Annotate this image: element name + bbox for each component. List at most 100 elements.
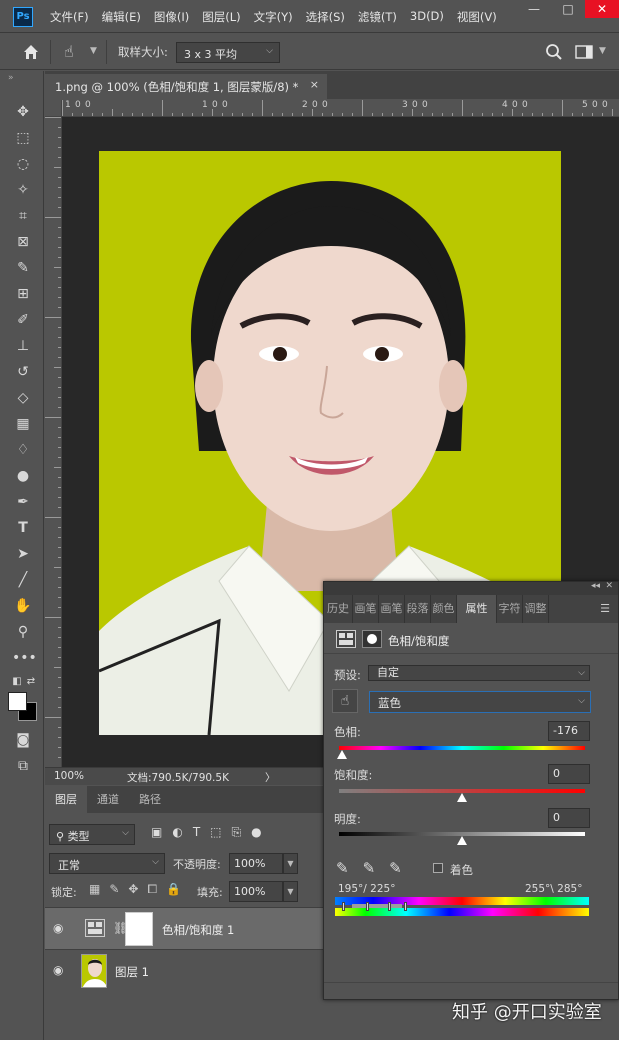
close-icon[interactable]: ✕ — [605, 581, 613, 591]
hue-slider-track[interactable] — [339, 746, 585, 750]
tab-channels[interactable]: 通道 — [87, 786, 129, 813]
saturation-slider-thumb[interactable] — [457, 793, 467, 802]
layer-mask-thumbnail[interactable] — [125, 912, 153, 946]
menu-3d[interactable]: 3D(D) — [410, 9, 444, 25]
tab-brush[interactable]: 画笔 — [353, 595, 379, 623]
eye-icon[interactable]: ◉ — [53, 963, 67, 977]
targeted-adjust-button[interactable]: ☝ — [332, 689, 358, 713]
tab-color[interactable]: 颜色 — [431, 595, 457, 623]
foreground-color-swatch[interactable] — [8, 692, 27, 711]
chevron-down-icon[interactable]: ▼ — [90, 46, 97, 56]
lock-pixels-icon[interactable]: ✎ — [109, 882, 119, 897]
magic-wand-icon[interactable]: ✧ — [12, 179, 34, 201]
collapse-icon[interactable]: » — [8, 73, 14, 83]
eyedropper-icon[interactable]: ✎ — [336, 859, 349, 877]
tab-paths[interactable]: 路径 — [129, 786, 171, 813]
tab-character[interactable]: 字符 — [497, 595, 523, 623]
close-button[interactable]: ✕ — [585, 0, 619, 18]
lock-position-icon[interactable]: ✥ — [128, 882, 138, 897]
chevron-right-icon[interactable]: 〉 — [265, 770, 276, 785]
screen-mode-icon[interactable]: ⧉ — [12, 755, 34, 777]
tab-adjustments[interactable]: 调整 — [523, 595, 549, 623]
menu-view[interactable]: 视图(V) — [457, 9, 497, 25]
lightness-slider-thumb[interactable] — [457, 836, 467, 845]
panel-titlebar[interactable]: ◂◂ ✕ — [324, 581, 618, 595]
marquee-tool-icon[interactable]: ⬚ — [12, 127, 34, 149]
eyedropper-tool-icon[interactable]: ✎ — [12, 257, 34, 279]
eyedropper-minus-icon[interactable]: ✎ — [389, 859, 402, 877]
hue-field[interactable]: -176 — [548, 721, 590, 741]
lightness-field[interactable]: 0 — [548, 808, 590, 828]
layer-filter-select[interactable]: ⚲ 类型 ⌵ — [49, 824, 135, 845]
range-handle[interactable] — [388, 902, 391, 911]
fill-field[interactable]: 100% — [229, 881, 283, 902]
hand-tool-icon[interactable]: ✋ — [12, 595, 34, 617]
eraser-tool-icon[interactable]: ◇ — [12, 387, 34, 409]
zoom-tool-icon[interactable]: ⚲ — [12, 621, 34, 643]
minimize-button[interactable]: — — [517, 0, 551, 18]
channel-select[interactable]: 蓝色 ⌵ — [369, 691, 591, 713]
menu-image[interactable]: 图像(I) — [154, 9, 189, 25]
menu-filter[interactable]: 滤镜(T) — [358, 9, 397, 25]
fill-dropdown[interactable]: ▼ — [283, 881, 298, 902]
panel-menu-icon[interactable]: ☰ — [600, 602, 610, 615]
tab-brush-settings[interactable]: 画笔 — [379, 595, 405, 623]
more-tools-icon[interactable]: ••• — [12, 647, 37, 669]
pixel-filter-icon[interactable]: ▣ — [151, 825, 162, 840]
search-icon[interactable] — [545, 43, 563, 61]
dodge-tool-icon[interactable]: ● — [12, 465, 34, 487]
lock-all-icon[interactable]: 🔒 — [166, 882, 181, 897]
filter-toggle-icon[interactable]: ● — [251, 825, 261, 840]
close-icon[interactable]: × — [310, 78, 319, 91]
adjustment-icon[interactable] — [336, 630, 356, 648]
eyedropper-plus-icon[interactable]: ✎ — [363, 859, 376, 877]
menu-edit[interactable]: 编辑(E) — [102, 9, 141, 25]
menu-layer[interactable]: 图层(L) — [202, 9, 240, 25]
opacity-dropdown[interactable]: ▼ — [283, 853, 298, 874]
type-tool-icon[interactable]: T — [12, 517, 34, 539]
range-handle[interactable] — [342, 902, 345, 911]
smart-object-filter-icon[interactable]: ⎘ — [232, 825, 242, 840]
lasso-tool-icon[interactable]: ◌ — [12, 153, 34, 175]
adjustment-filter-icon[interactable]: ◐ — [172, 825, 182, 840]
blur-tool-icon[interactable]: ♢ — [12, 439, 34, 461]
crop-tool-icon[interactable]: ⌗ — [12, 205, 34, 227]
line-tool-icon[interactable]: ╱ — [12, 569, 34, 591]
path-selection-icon[interactable]: ➤ — [12, 543, 34, 565]
range-handle[interactable] — [366, 902, 369, 911]
hue-slider-thumb[interactable] — [336, 750, 347, 759]
blend-mode-select[interactable]: 正常 ⌵ — [49, 853, 165, 874]
brush-tool-icon[interactable]: ✐ — [12, 309, 34, 331]
colorize-checkbox[interactable] — [433, 863, 443, 873]
lock-artboard-icon[interactable]: ⧠ — [147, 882, 157, 897]
menu-type[interactable]: 文字(Y) — [254, 9, 293, 25]
workspace-icon[interactable] — [575, 44, 593, 60]
collapse-icon[interactable]: ◂◂ — [591, 581, 600, 591]
range-handle[interactable] — [404, 902, 407, 911]
targeted-adjust-icon[interactable]: ☝ — [64, 42, 86, 62]
zoom-level[interactable]: 100% — [54, 770, 84, 782]
lock-transparent-icon[interactable]: ▦ — [89, 882, 100, 897]
eye-icon[interactable]: ◉ — [53, 921, 67, 935]
tab-history[interactable]: 历史 — [324, 595, 353, 623]
menu-select[interactable]: 选择(S) — [306, 9, 345, 25]
home-icon[interactable] — [22, 43, 40, 61]
chevron-down-icon[interactable]: ▼ — [599, 46, 606, 56]
quick-mask-icon[interactable]: ◙ — [12, 729, 34, 751]
tab-paragraph[interactable]: 段落 — [405, 595, 431, 623]
mask-icon[interactable] — [362, 630, 382, 648]
menu-file[interactable]: 文件(F) — [50, 9, 89, 25]
healing-brush-icon[interactable]: ⊞ — [12, 283, 34, 305]
range-band[interactable] — [352, 904, 402, 908]
frame-tool-icon[interactable]: ⊠ — [12, 231, 34, 253]
shape-filter-icon[interactable]: ⬚ — [210, 825, 221, 840]
pen-tool-icon[interactable]: ✒ — [12, 491, 34, 513]
move-tool-icon[interactable]: ✥ — [12, 101, 34, 123]
history-brush-icon[interactable]: ↺ — [12, 361, 34, 383]
sample-size-select[interactable]: 3 x 3 平均 ⌵ — [176, 42, 280, 63]
type-filter-icon[interactable]: T — [193, 825, 200, 840]
maximize-button[interactable]: □ — [551, 0, 585, 18]
document-tab[interactable]: 1.png @ 100% (色相/饱和度 1, 图层蒙版/8) * × — [45, 74, 327, 99]
saturation-field[interactable]: 0 — [548, 764, 590, 784]
tab-layers[interactable]: 图层 — [45, 786, 87, 813]
